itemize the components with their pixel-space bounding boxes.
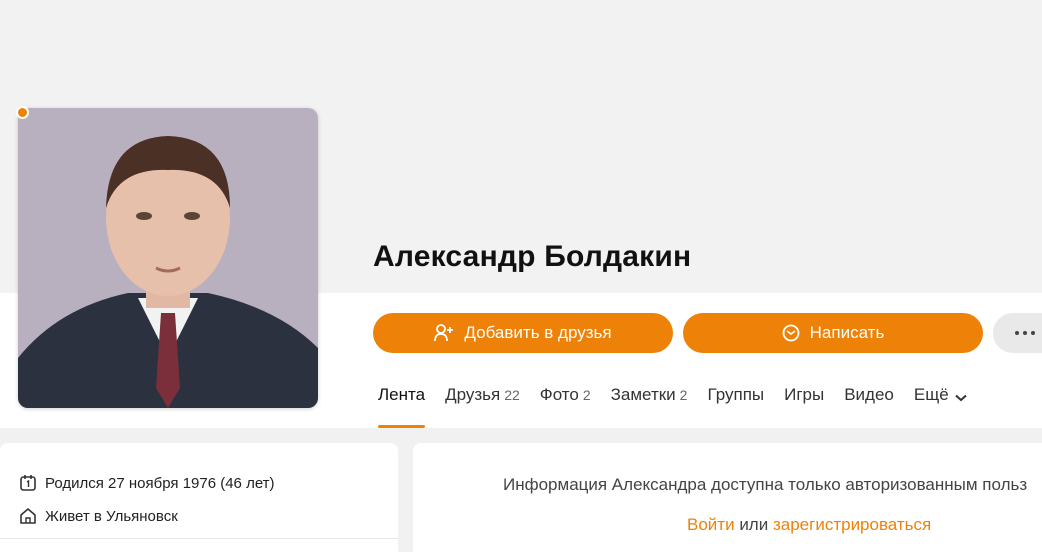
online-status-indicator <box>16 106 29 119</box>
tab-groups[interactable]: Группы <box>707 385 764 428</box>
tab-feed[interactable]: Лента <box>378 385 426 428</box>
tab-video[interactable]: Видео <box>844 385 894 428</box>
tab-more[interactable]: Ещё <box>914 385 967 428</box>
write-message-label: Написать <box>809 323 885 342</box>
birth-text: Родился 27 ноября 1976 (46 лет) <box>45 474 275 492</box>
tab-friends[interactable]: Друзья 22 <box>445 385 520 428</box>
add-friend-label: Добавить в друзья <box>464 323 612 342</box>
divider <box>0 538 398 539</box>
tab-games[interactable]: Игры <box>784 385 824 428</box>
photos-count: 2 <box>582 387 591 403</box>
tab-photos[interactable]: Фото 2 <box>540 385 591 428</box>
home-icon <box>20 508 36 524</box>
register-link[interactable]: зарегистрироваться <box>773 515 931 534</box>
notes-count: 2 <box>679 387 688 403</box>
friends-count: 22 <box>504 387 520 403</box>
profile-avatar[interactable] <box>18 108 318 408</box>
chevron-down-icon <box>955 394 967 402</box>
profile-tabs: Лента Друзья 22 Фото 2 Заметки 2 Группы Игр… <box>378 385 987 428</box>
location-info: Живет в Ульяновск <box>19 507 178 525</box>
write-message-button[interactable]: Написать <box>683 313 983 353</box>
auth-notice-card: Информация Александра доступна только ав… <box>413 443 1042 552</box>
more-actions-button[interactable] <box>993 313 1042 353</box>
birth-info: Родился 27 ноября 1976 (46 лет) <box>19 474 275 492</box>
more-dots-icon <box>1015 331 1019 335</box>
location-text: Живет в Ульяновск <box>45 507 178 525</box>
profile-info-card <box>0 443 398 552</box>
auth-notice-text: Информация Александра доступна только ав… <box>503 475 1028 494</box>
auth-or: или <box>739 515 769 534</box>
profile-name: Александр Болдакин <box>373 240 692 273</box>
calendar-icon <box>20 475 36 491</box>
auth-links: Войти или зарегистрироваться <box>687 515 931 535</box>
login-link[interactable]: Войти <box>687 515 735 534</box>
add-friend-button[interactable]: Добавить в друзья <box>373 313 673 353</box>
tab-notes[interactable]: Заметки 2 <box>611 385 688 428</box>
mail-icon <box>782 324 800 342</box>
add-friend-icon <box>434 324 454 342</box>
avatar-photo <box>18 108 318 408</box>
